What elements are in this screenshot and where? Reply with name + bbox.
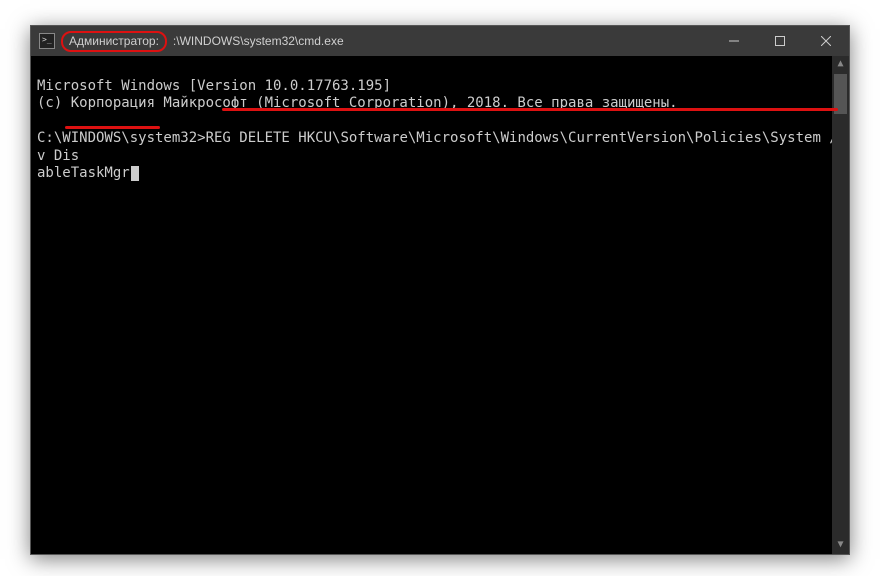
title-path: :\WINDOWS\system32\cmd.exe: [173, 34, 344, 48]
annotation-underline-command: [222, 108, 838, 111]
maximize-button[interactable]: [757, 26, 803, 56]
command-text-2: ableTaskMgr: [37, 165, 130, 181]
prompt: C:\WINDOWS\system32>: [37, 130, 206, 146]
terminal-body[interactable]: Microsoft Windows [Version 10.0.17763.19…: [31, 56, 849, 554]
scroll-up-icon[interactable]: ▲: [832, 56, 849, 73]
title-admin-highlight: Администратор:: [61, 31, 167, 52]
titlebar[interactable]: Администратор: :\WINDOWS\system32\cmd.ex…: [31, 26, 849, 56]
cmd-icon: [39, 33, 55, 49]
window-controls: [711, 26, 849, 56]
scroll-down-icon[interactable]: ▼: [832, 537, 849, 554]
text-cursor: [131, 166, 139, 181]
cmd-window: Администратор: :\WINDOWS\system32\cmd.ex…: [30, 25, 850, 555]
scrollbar[interactable]: ▲ ▼: [832, 56, 849, 554]
minimize-button[interactable]: [711, 26, 757, 56]
close-button[interactable]: [803, 26, 849, 56]
title-admin-label: Администратор:: [69, 34, 159, 48]
annotation-underline-command-wrap: [65, 126, 160, 129]
version-line: Microsoft Windows [Version 10.0.17763.19…: [37, 78, 391, 94]
